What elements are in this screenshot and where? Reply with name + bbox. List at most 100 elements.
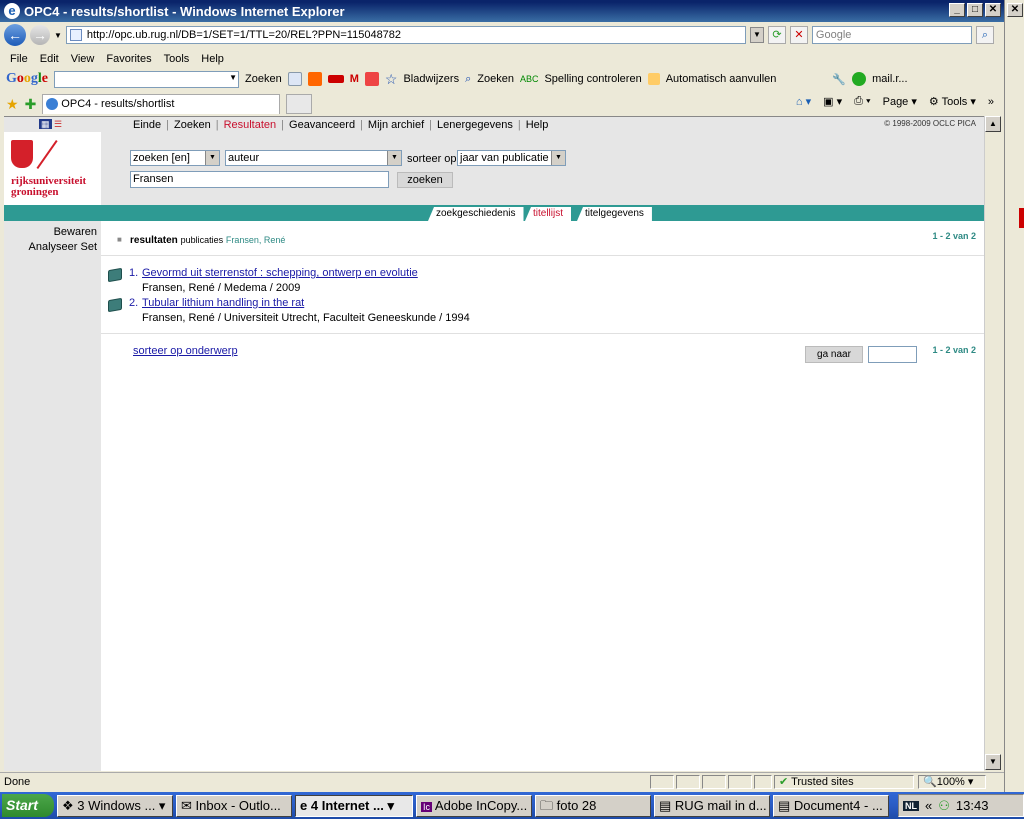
- status-pane: [702, 775, 726, 789]
- nav-help[interactable]: Help: [526, 119, 549, 131]
- search-button[interactable]: zoeken: [397, 172, 453, 188]
- book-icon: [108, 297, 122, 313]
- taskbar-item[interactable]: ✉ Inbox - Outlo...: [176, 794, 292, 817]
- logo-line2: groningen: [11, 186, 59, 198]
- gmail-icon[interactable]: M: [350, 73, 359, 85]
- popup-blocker-icon[interactable]: [364, 72, 379, 86]
- bladwijzers-button[interactable]: Bladwijzers: [403, 73, 459, 85]
- nav-einde[interactable]: Einde: [133, 119, 161, 131]
- vertical-scrollbar[interactable]: ▲ ▼: [984, 116, 1001, 770]
- nav-mijn-archief[interactable]: Mijn archief: [368, 119, 424, 131]
- side-actions: Bewaren Analyseer Set: [4, 225, 97, 255]
- maximize-button[interactable]: □: [967, 3, 983, 17]
- taskbar-item[interactable]: ▤ Document4 - ...: [773, 794, 889, 817]
- chevron-more-icon[interactable]: »: [988, 96, 994, 108]
- sort-subject-link[interactable]: sorteer op onderwerp: [133, 345, 238, 357]
- blogger-icon[interactable]: [307, 72, 322, 86]
- folder-icon: 🗀: [540, 797, 554, 813]
- spellcheck-icon: ABC: [519, 74, 539, 84]
- tab-titellijst[interactable]: titellijst: [525, 207, 572, 221]
- menu-file[interactable]: File: [10, 53, 28, 65]
- language-flags-icon[interactable]: ▦ ☰: [39, 119, 62, 130]
- search-input[interactable]: Google: [811, 26, 972, 44]
- menu-favorites[interactable]: Favorites: [106, 53, 151, 65]
- wrench-icon[interactable]: 🔧: [832, 73, 846, 86]
- page-icon: [69, 29, 82, 41]
- taskbar-item[interactable]: ❖ 3 Windows ... ▾: [57, 794, 173, 817]
- menu-help[interactable]: Help: [201, 53, 224, 65]
- bg-close-button[interactable]: ✕: [1007, 3, 1023, 17]
- url-field[interactable]: http://opc.ub.rug.nl/DB=1/SET=1/TTL=20/R…: [65, 26, 746, 44]
- tray-expand-icon[interactable]: «: [925, 798, 932, 813]
- results-content: ■ resultaten publicaties Fransen, René 1…: [101, 221, 984, 771]
- add-favorite-icon[interactable]: ✚: [25, 96, 37, 113]
- browser-tab[interactable]: OPC4 - results/shortlist: [42, 94, 281, 114]
- url-dropdown-button[interactable]: ▼: [749, 27, 764, 43]
- tools-menu[interactable]: ⚙ Tools ▾: [929, 95, 976, 108]
- windows-group-icon: ❖: [62, 797, 74, 813]
- scroll-down-button[interactable]: ▼: [985, 754, 1001, 770]
- scope-select[interactable]: zoeken [en] ▼: [130, 150, 220, 166]
- home-icon[interactable]: ⌂ ▾: [796, 95, 811, 108]
- goto-button[interactable]: ga naar: [805, 346, 863, 363]
- query-input[interactable]: Fransen: [130, 171, 389, 188]
- menu-tools[interactable]: Tools: [164, 53, 190, 65]
- address-bar-row: ← → ▼ http://opc.ub.rug.nl/DB=1/SET=1/TT…: [0, 22, 1004, 48]
- favorites-star-icon[interactable]: ★: [6, 96, 19, 113]
- search-icon[interactable]: ⌕: [975, 26, 994, 44]
- divider-bottom: [101, 333, 984, 334]
- mail-button[interactable]: mail.r...: [872, 73, 907, 85]
- sort-select[interactable]: jaar van publicatie ▼: [457, 150, 566, 166]
- autofill-button[interactable]: Automatisch aanvullen: [666, 73, 777, 85]
- nav-lenergegevens[interactable]: Lenergegevens: [437, 119, 513, 131]
- refresh-icon[interactable]: ⟳: [767, 26, 786, 44]
- result-count-bottom: 1 - 2 van 2: [932, 345, 976, 355]
- network-icon[interactable]: ⚇: [938, 798, 950, 814]
- find-icon[interactable]: ⌕: [465, 73, 471, 86]
- scroll-up-button[interactable]: ▲: [985, 116, 1001, 132]
- close-button[interactable]: ✕: [985, 3, 1001, 17]
- print-icon[interactable]: ⎙ ▾: [854, 95, 870, 108]
- bewaren-link[interactable]: Bewaren: [4, 225, 97, 240]
- result-number: 1.: [129, 267, 139, 279]
- feeds-icon[interactable]: ▣ ▾: [823, 95, 842, 108]
- rug-logo[interactable]: rijksuniversiteit groningen: [4, 132, 101, 205]
- tab-titelgegevens[interactable]: titelgegevens: [577, 207, 652, 221]
- stop-icon[interactable]: ✕: [789, 26, 808, 44]
- background-window-edge: ✕: [1004, 0, 1024, 792]
- security-zone[interactable]: ✔ Trusted sites: [774, 775, 914, 789]
- book-icon: [108, 267, 122, 283]
- zoeken-button[interactable]: Zoeken: [477, 73, 514, 85]
- nav-zoeken[interactable]: Zoeken: [174, 119, 211, 131]
- start-button[interactable]: Start: [2, 794, 54, 817]
- new-tab-button[interactable]: [286, 94, 313, 114]
- analyseer-set-link[interactable]: Analyseer Set: [4, 240, 97, 255]
- taskbar-item[interactable]: Ic Adobe InCopy...: [416, 794, 532, 817]
- page-menu[interactable]: Page ▾: [883, 95, 917, 108]
- field-select[interactable]: auteur ▼: [225, 150, 402, 166]
- menu-view[interactable]: View: [71, 53, 95, 65]
- minimize-button[interactable]: _: [949, 3, 965, 17]
- nav-resultaten[interactable]: Resultaten: [224, 119, 277, 131]
- google-search-button[interactable]: Zoeken: [245, 73, 282, 85]
- bookmark-star-icon[interactable]: ☆: [385, 71, 398, 88]
- toolbar-page-icon[interactable]: [287, 72, 302, 86]
- menu-edit[interactable]: Edit: [40, 53, 59, 65]
- news-icon[interactable]: [327, 75, 344, 83]
- nav-geavanceerd[interactable]: Geavanceerd: [289, 119, 355, 131]
- spelling-button[interactable]: Spelling controleren: [544, 73, 641, 85]
- google-toolbar-input[interactable]: ▼: [54, 70, 239, 88]
- word-icon: ▤: [778, 797, 791, 813]
- result-title-link[interactable]: Gevormd uit sterrenstof : schepping, ont…: [142, 267, 418, 279]
- history-dropdown-icon[interactable]: ▼: [54, 31, 62, 40]
- taskbar-item[interactable]: e 4 Internet ... ▾: [295, 794, 413, 817]
- back-button[interactable]: ←: [4, 24, 26, 46]
- forward-button[interactable]: →: [30, 25, 50, 45]
- tab-zoekgeschiedenis[interactable]: zoekgeschiedenis: [428, 207, 524, 221]
- taskbar-item[interactable]: 🗀 foto 28: [535, 794, 651, 817]
- zoom-control[interactable]: 🔍100% ▾: [918, 775, 986, 789]
- goto-input[interactable]: [868, 346, 917, 363]
- taskbar-item[interactable]: ▤ RUG mail in d...: [654, 794, 770, 817]
- language-indicator[interactable]: NL: [903, 800, 919, 811]
- result-title-link[interactable]: Tubular lithium handling in the rat: [142, 297, 304, 309]
